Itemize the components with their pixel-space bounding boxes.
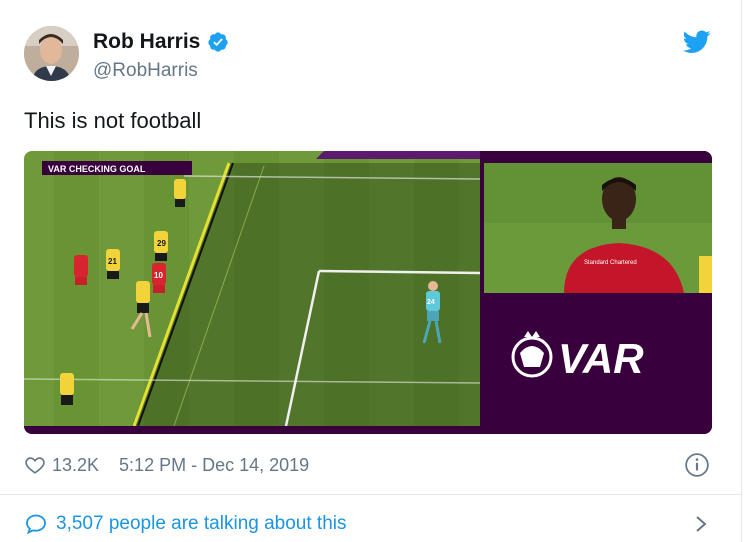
tweet-media-image[interactable]: 29 21 10 24 VAR CHECKING GOAL Standard C… xyxy=(24,151,712,434)
like-button[interactable]: 13.2K xyxy=(24,454,119,476)
conversation-link[interactable]: 3,507 people are talking about this xyxy=(24,510,714,538)
like-count: 13.2K xyxy=(52,454,100,475)
heart-icon xyxy=(25,457,45,474)
tweet-timestamp[interactable]: 5:12 PM - Dec 14, 2019 xyxy=(119,455,309,476)
player-number-29: 29 xyxy=(157,239,166,248)
speech-bubble-icon xyxy=(26,514,46,535)
player-number-10: 10 xyxy=(154,271,163,280)
player-number-21: 21 xyxy=(108,257,117,266)
author-handle[interactable]: @RobHarris xyxy=(93,60,198,82)
chevron-right-icon[interactable] xyxy=(692,514,710,534)
shirt-sponsor: Standard Chartered xyxy=(584,260,637,266)
tweet-text: This is not football xyxy=(24,108,202,133)
author-name[interactable]: Rob Harris xyxy=(93,30,200,54)
var-checking-goal-banner: VAR CHECKING GOAL xyxy=(48,164,146,174)
tweet-meta-row: 13.2K 5:12 PM - Dec 14, 2019 xyxy=(24,452,712,478)
divider xyxy=(0,494,742,495)
avatar[interactable] xyxy=(24,26,79,81)
author-name-row[interactable]: Rob Harris xyxy=(93,30,229,54)
info-icon[interactable] xyxy=(684,452,710,478)
var-logo-text: VAR xyxy=(558,335,644,382)
tweet-card: Rob Harris @RobHarris This is not footba… xyxy=(0,0,742,542)
twitter-bird-icon[interactable] xyxy=(683,30,711,54)
conversation-label[interactable]: 3,507 people are talking about this xyxy=(56,513,347,535)
verified-badge-icon xyxy=(208,32,228,52)
player-number-24: 24 xyxy=(427,299,435,306)
